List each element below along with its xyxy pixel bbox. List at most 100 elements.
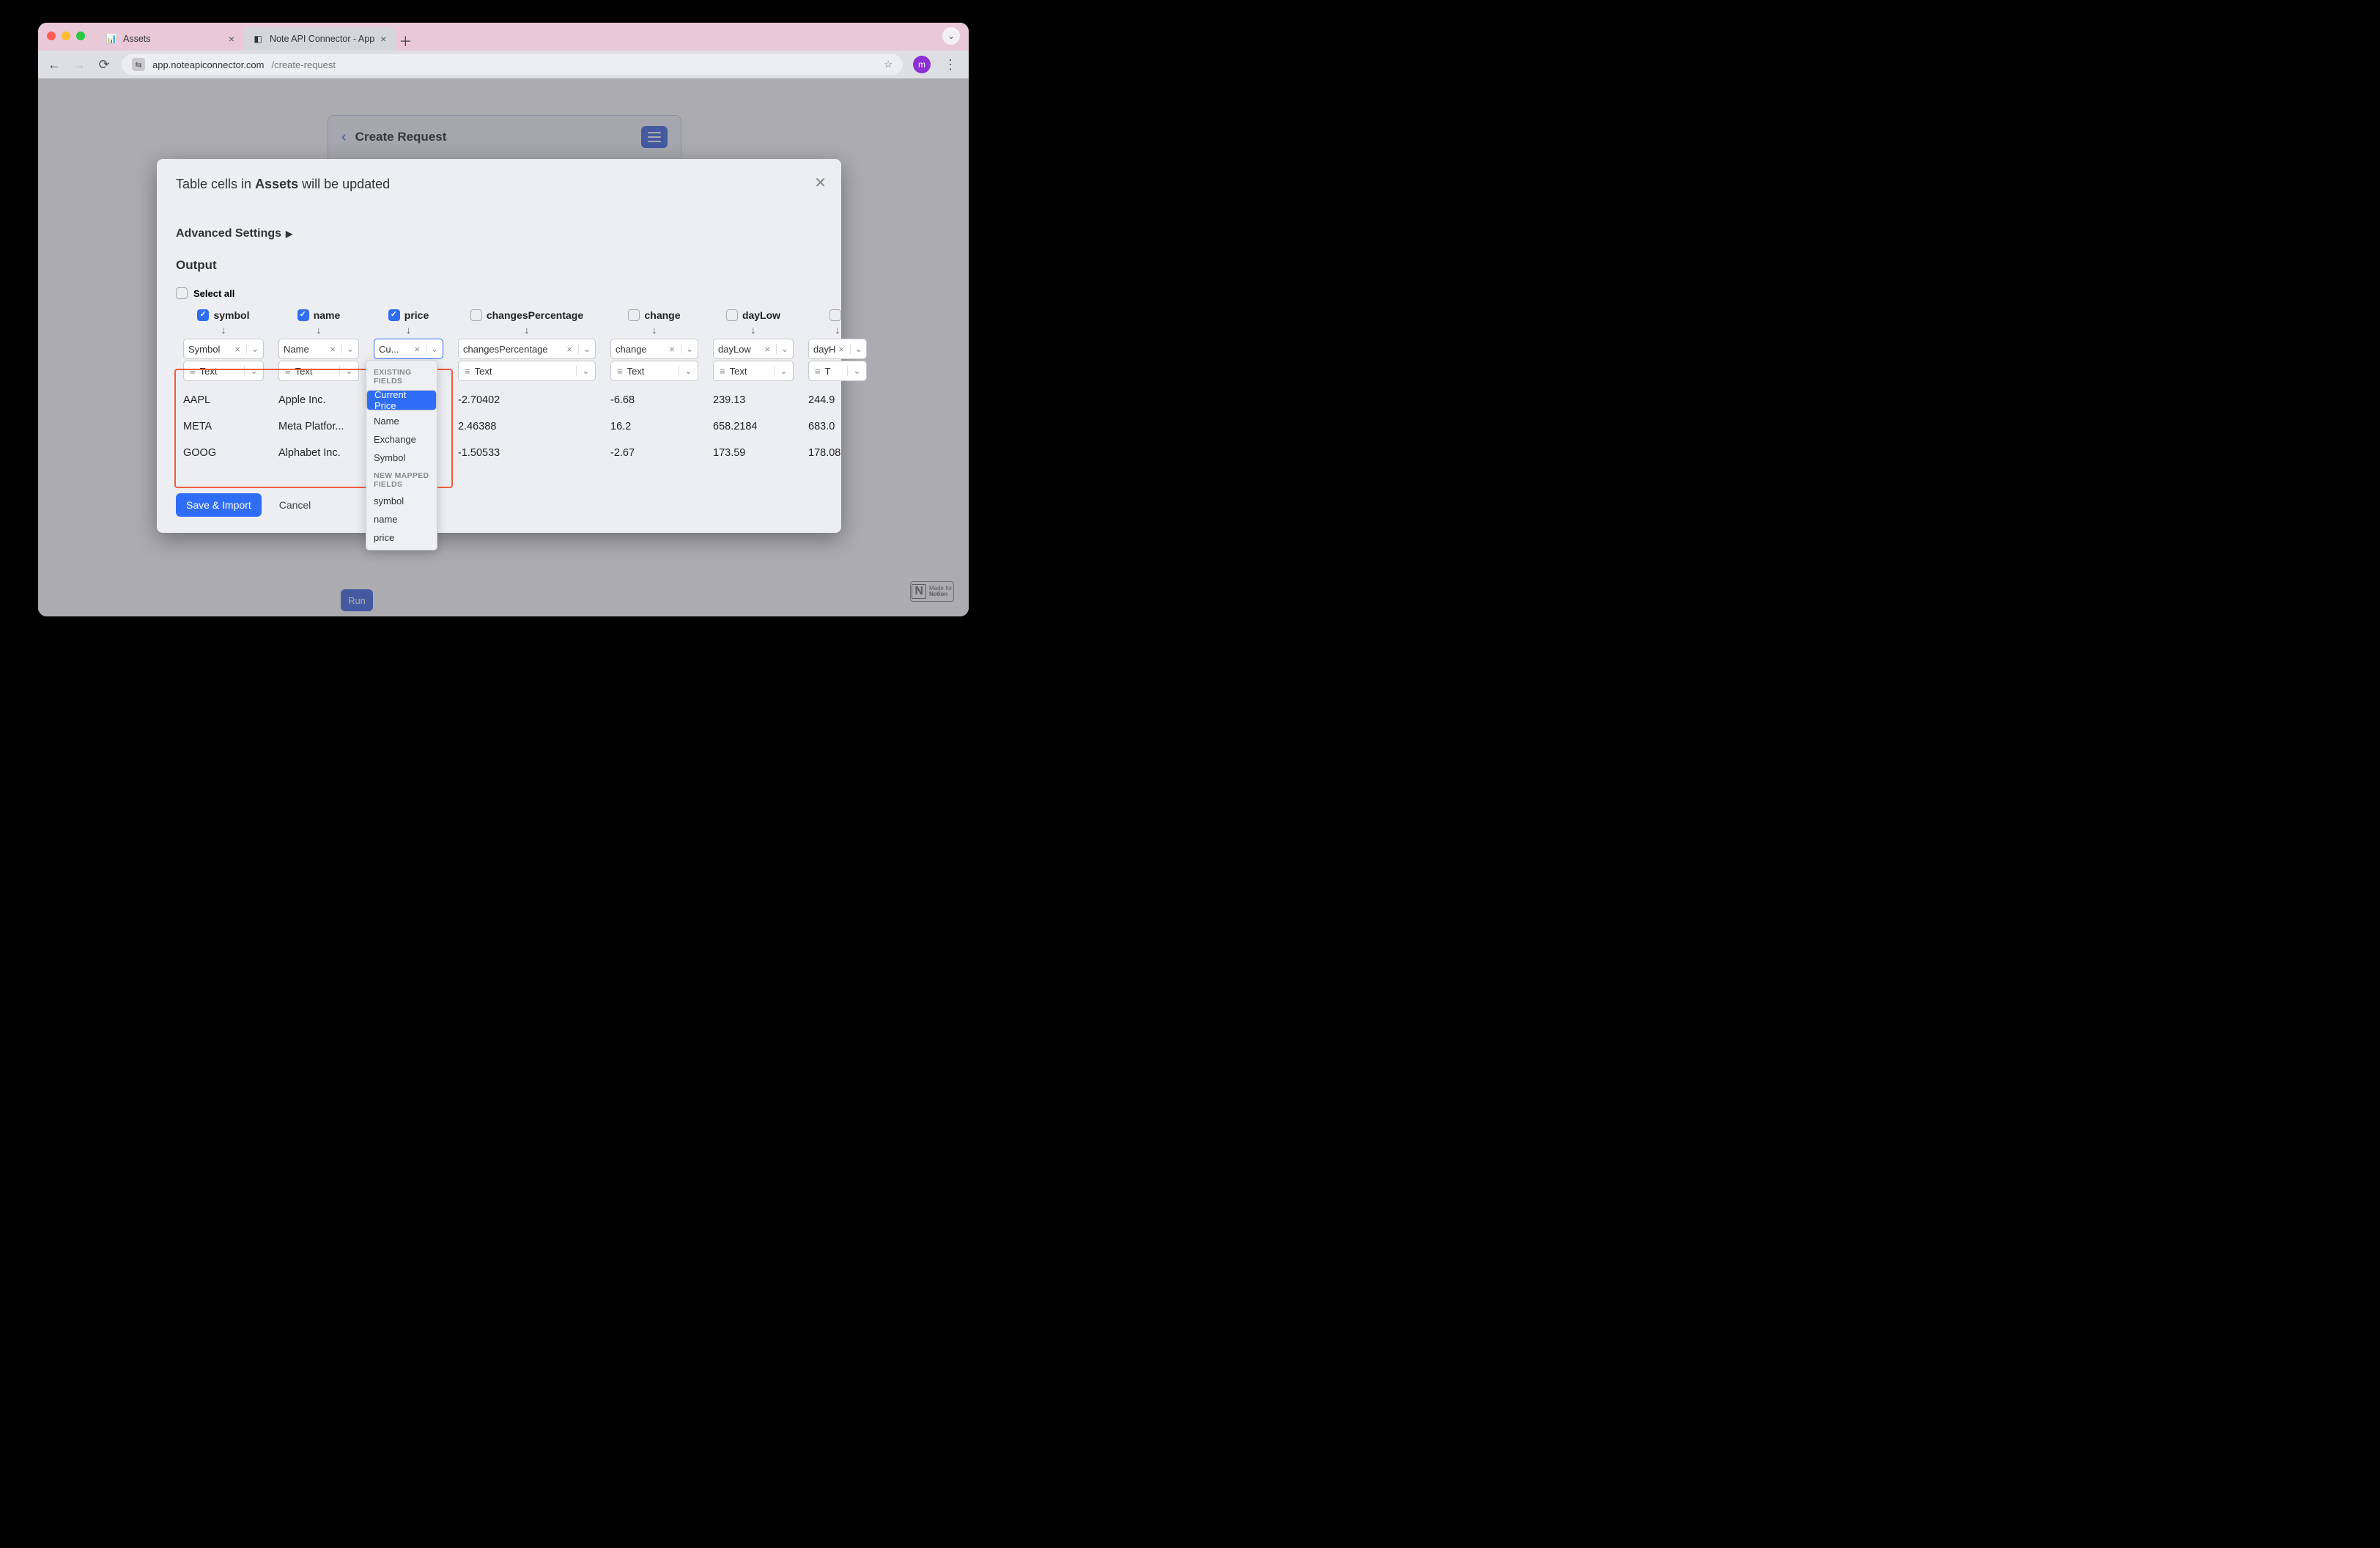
tab-favicon-icon: 📊 [106,33,117,45]
dropdown-group-label: NEW MAPPED FIELDS [366,467,437,492]
clear-icon[interactable]: × [838,344,844,355]
column-label: change [644,309,680,321]
chevron-down-icon[interactable]: ⌄ [246,344,259,354]
clear-icon[interactable]: × [234,344,240,355]
column-checkbox[interactable] [298,309,309,321]
column-change: change ↓ change × ⌄ ≡Text ⌄ [603,305,706,387]
nav-forward-icon[interactable]: → [72,57,86,73]
chevron-down-icon[interactable]: ⌄ [339,366,358,376]
clear-icon[interactable]: × [566,344,572,355]
mapping-select[interactable]: dayH × ⌄ [808,339,867,359]
column-checkbox[interactable] [197,309,209,321]
dropdown-item[interactable]: price [366,528,437,547]
table-cell: GOOG [176,440,271,466]
chevron-down-icon[interactable]: ⌄ [847,366,866,376]
column-label: changesPercentage [487,309,583,321]
profile-avatar[interactable]: m [913,56,931,73]
modal-title-bold: Assets [255,177,298,191]
url-field[interactable]: ⇆ app.noteapiconnector.com/create-reques… [122,54,903,75]
mapping-select[interactable]: Symbol × ⌄ [183,339,264,359]
column-checkbox[interactable] [388,309,400,321]
table-cell: Alphabet Inc. [271,440,366,466]
mapping-select[interactable]: Cu... × ⌄ [374,339,443,359]
nav-back-icon[interactable]: ← [47,57,62,73]
mapping-value: Symbol [188,344,220,355]
save-import-button[interactable]: Save & Import [176,493,262,517]
chevron-down-icon[interactable]: ⌄ [774,366,793,376]
type-select[interactable]: ≡Text ⌄ [458,361,596,381]
type-select[interactable]: ≡Text ⌄ [610,361,698,381]
advanced-settings-toggle[interactable]: Advanced Settings ▶ [176,227,822,240]
mapping-select[interactable]: dayLow × ⌄ [713,339,794,359]
type-select[interactable]: ≡Text ⌄ [278,361,359,381]
chevron-down-icon[interactable]: ⌄ [679,366,698,376]
site-settings-icon[interactable]: ⇆ [132,58,145,71]
dropdown-item[interactable]: name [366,510,437,528]
select-all-label: Select all [193,288,234,299]
chevron-down-icon[interactable]: ⌄ [576,366,595,376]
output-grid: symbol ↓ Symbol × ⌄ ≡Text ⌄ name ↓ Name … [176,305,822,466]
table-cell: 683.0 [801,413,874,440]
chevron-down-icon[interactable]: ⌄ [578,344,591,354]
tab-favicon-icon: ◧ [252,33,264,45]
type-select[interactable]: ≡Text ⌄ [713,361,794,381]
column-checkbox[interactable] [470,309,482,321]
output-modal: Table cells in Assets will be updated ✕ … [157,159,841,533]
mapping-value: dayH [813,344,835,355]
arrow-down-icon: ↓ [713,324,794,336]
browser-menu-icon[interactable]: ⋮ [941,57,960,73]
dropdown-item[interactable]: Exchange [366,430,437,449]
chevron-down-icon[interactable]: ⌄ [850,344,862,354]
close-icon[interactable] [47,32,56,40]
bookmark-icon[interactable]: ☆ [884,59,892,70]
type-select[interactable]: ≡Text ⌄ [183,361,264,381]
caret-right-icon: ▶ [286,229,292,239]
text-type-icon: ≡ [815,366,821,377]
column-checkbox[interactable] [628,309,640,321]
clear-icon[interactable]: × [414,344,420,355]
tab-assets[interactable]: 📊 Assets × [97,27,243,51]
type-select[interactable]: ≡T ⌄ [808,361,867,381]
dropdown-item[interactable]: symbol [366,492,437,510]
chevron-down-icon[interactable]: ⌄ [244,366,263,376]
modal-close-icon[interactable]: ✕ [814,174,827,192]
table-cell: 2.46388 [451,413,603,440]
clear-icon[interactable]: × [330,344,336,355]
new-tab-button[interactable]: ＋ [395,32,415,51]
chevron-down-icon[interactable]: ⌄ [341,344,354,354]
tab-noteapi[interactable]: ◧ Note API Connector - App × [243,27,395,51]
minimize-icon[interactable] [62,32,70,40]
chevron-down-icon[interactable]: ⌄ [776,344,788,354]
mapping-select[interactable]: change × ⌄ [610,339,698,359]
window-controls [47,32,85,40]
tab-strip: 📊 Assets × ◧ Note API Connector - App × … [38,23,969,51]
select-all-checkbox[interactable] [176,287,188,299]
column-label: dayLow [742,309,780,321]
tab-close-icon[interactable]: × [380,33,386,45]
dropdown-item[interactable]: Name [366,412,437,430]
nav-reload-icon[interactable]: ⟳ [97,57,111,73]
clear-icon[interactable]: × [669,344,675,355]
mapping-value: changesPercentage [463,344,548,355]
output-heading: Output [176,258,822,273]
table-cell: Apple Inc. [271,387,366,413]
tabs-overflow-button[interactable]: ⌄ [942,27,960,45]
cancel-button[interactable]: Cancel [272,493,319,517]
column-checkbox[interactable] [829,309,841,321]
table-cell: Meta Platfor... [271,413,366,440]
text-type-icon: ≡ [465,366,470,377]
dropdown-item[interactable]: Current Price [366,390,437,410]
chevron-down-icon[interactable]: ⌄ [426,344,438,354]
url-path: /create-request [272,59,336,70]
mapping-select[interactable]: Name × ⌄ [278,339,359,359]
maximize-icon[interactable] [76,32,85,40]
column-checkbox[interactable] [726,309,738,321]
dropdown-item[interactable]: Symbol [366,449,437,467]
tab-close-icon[interactable]: × [229,33,234,45]
mapping-value: dayLow [718,344,751,355]
select-all-row[interactable]: Select all [176,287,822,299]
clear-icon[interactable]: × [764,344,770,355]
arrow-down-icon: ↓ [183,324,264,336]
chevron-down-icon[interactable]: ⌄ [681,344,693,354]
mapping-select[interactable]: changesPercentage × ⌄ [458,339,596,359]
